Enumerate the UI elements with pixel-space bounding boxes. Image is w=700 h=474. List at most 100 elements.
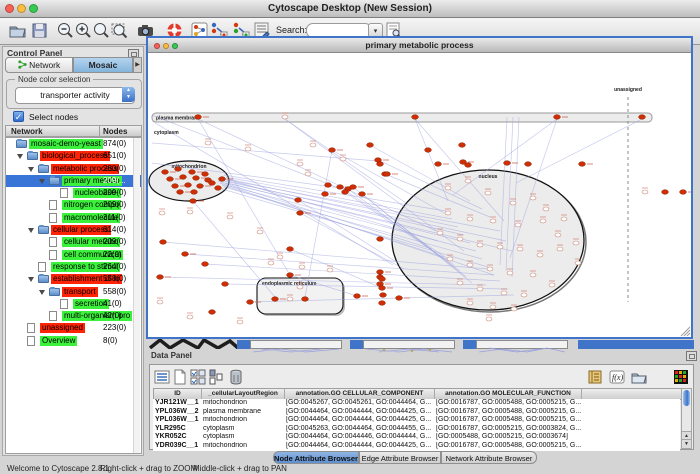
formula-icon[interactable]: f(x) [609,369,625,385]
tree-row[interactable]: cellular metabo209(0) [6,236,141,248]
column-header[interactable]: ID [154,389,202,399]
tree-item-count: 223(0) [103,323,126,333]
expand-arrow-icon[interactable] [17,154,23,159]
column-header[interactable]: annotation.GO MOLECULAR_FUNCTION [435,389,582,399]
table-cell: [GO:0044464, GO:0044444, GO:0044425, G..… [284,442,434,451]
tab-network-attribute-browser[interactable]: Network Attribute Browser [441,451,537,464]
table-row[interactable]: YJR121W__1mitochondrion[GO:0045267, GO:0… [153,399,680,408]
network-window-titlebar[interactable]: primary metabolic process [148,38,691,53]
background-window-2[interactable] [237,340,250,349]
tree-item-count: 209(0) [103,200,126,210]
tree-row[interactable]: Overview8(0) [6,335,141,347]
tree-row[interactable]: multi-organism pro42(0) [6,310,141,322]
select-nodes-checkbox[interactable]: ✓ [13,111,24,122]
attribute-batch-icon[interactable] [190,369,206,385]
tree-row[interactable]: mosaic-demo-yeast874(0) [6,138,141,150]
tree-row[interactable]: metabolic process280(0) [6,163,141,175]
select-nodes-label: Select nodes [29,112,78,122]
data-panel-float-icon[interactable] [686,351,697,361]
table-cell: YJR121W__1 [153,399,201,408]
background-window-2-preview[interactable] [250,340,342,349]
table-scrollbar[interactable]: ▲ ▼ [681,388,692,449]
column-header-filler [582,389,681,399]
svg-text:f(x): f(x) [612,373,623,382]
table-row[interactable]: YPL036W__2plasma membrane[GO:0044464, GO… [153,408,680,417]
app-titlebar: Cytoscape Desktop (New Session) [0,0,700,18]
save-session-icon[interactable] [30,21,49,40]
tree-row[interactable]: response to stimul264(0) [6,261,141,273]
tree-row[interactable]: biological_process651(0) [6,150,141,162]
zoom-fit-icon[interactable] [110,21,129,40]
attribute-select-icon[interactable] [154,369,170,385]
background-window-4-preview[interactable] [476,340,568,349]
tree-row[interactable]: establishment of lo558(0) [6,273,141,285]
network-graph[interactable]: plasma membranecytoplasmmitochondrionnuc… [148,53,691,337]
tab-edge-attribute-browser[interactable]: Edge Attribute Browser [359,451,441,464]
tree-row[interactable]: macromolecule311(0) [6,212,141,224]
zoom-selected-icon[interactable] [92,21,111,40]
background-window-4[interactable] [463,340,476,349]
svg-text:plasma membrane: plasma membrane [156,116,200,122]
background-window-1[interactable] [148,339,240,349]
expand-arrow-icon[interactable] [39,179,45,184]
tree-row[interactable]: secretion41(0) [6,298,141,310]
table-row[interactable]: YKR052Ccytoplasm[GO:0044464, GO:0044446,… [153,433,680,442]
zoom-in-icon[interactable] [74,21,93,40]
network-canvas[interactable]: plasma membranecytoplasmmitochondrionnuc… [148,53,691,337]
tree-row[interactable]: primary metabo209(... [6,175,141,187]
create-attribute-icon[interactable] [172,369,188,385]
network-zoom-button[interactable] [172,43,178,49]
tab-network[interactable]: Network [5,57,73,73]
expand-arrow-icon[interactable] [28,228,34,233]
table-row[interactable]: YDR039C__1mitochondrion[GO:0044464, GO:0… [153,442,680,451]
table-row[interactable]: YPL036W__1mitochondrion[GO:0044464, GO:0… [153,416,680,425]
attribute-ledger-icon[interactable] [587,369,603,385]
tree-row[interactable]: transport558(0) [6,286,141,298]
tree-row[interactable]: cell communicat22(0) [6,249,141,261]
minimize-window-button[interactable] [17,4,26,13]
svg-text:unassigned: unassigned [614,87,642,93]
tree-item-count: 22(0) [103,250,122,260]
expand-arrow-icon[interactable] [28,277,34,282]
tree-row[interactable]: unassigned223(0) [6,322,141,334]
network-close-button[interactable] [154,43,160,49]
open-session-icon[interactable] [8,21,27,40]
tree-item-count: 311(0) [103,213,126,223]
status-welcome: Welcome to Cytoscape 2.8.1 [7,464,109,473]
tab-overflow-arrow-icon[interactable]: ▶ [133,57,142,73]
table-cell: [GO:0044464, GO:0044444, GO:0044425, G..… [284,408,434,417]
delete-attribute-icon[interactable] [228,369,244,385]
folder-icon [38,226,49,234]
tab-node-attribute-browser[interactable]: Node Attribute Browser [273,451,359,464]
tree-row[interactable]: nucleobase-209(0) [6,187,141,199]
background-window-3-preview[interactable] [363,340,455,349]
zoom-window-button[interactable] [29,4,38,13]
attribute-matrix-icon[interactable] [208,369,224,385]
background-window-5[interactable] [578,340,694,349]
import-attributes-icon[interactable] [631,369,647,385]
table-cell: YLR295C [153,425,201,434]
tree-item-count: 209(0) [103,188,126,198]
tree-scrollbar[interactable] [133,138,140,453]
tab-mosaic-label: Mosaic [89,60,118,70]
network-view-window[interactable]: primary metabolic process plasma membran… [146,36,693,339]
folder-icon [16,140,27,148]
close-window-button[interactable] [5,4,14,13]
column-header[interactable]: _cellularLayoutRegion [202,389,285,399]
table-row[interactable]: YLR295Ccytoplasm[GO:0045263, GO:0044464,… [153,425,680,434]
heatmap-icon[interactable] [673,369,689,385]
tree-row[interactable]: nitrogen compo209(0) [6,199,141,211]
network-minimize-button[interactable] [163,43,169,49]
table-scrollbar-thumb[interactable] [683,390,690,406]
background-window-3[interactable] [350,340,363,349]
node-color-selection-label: Node color selection [15,75,93,84]
node-color-dropdown[interactable]: transporter activity ▲▼ [15,87,135,104]
column-header[interactable]: annotation.GO CELLULAR_COMPONENT [285,389,435,399]
scroll-down-icon[interactable]: ▼ [682,439,691,448]
zoom-out-icon[interactable] [56,21,75,40]
expand-arrow-icon[interactable] [39,290,45,295]
table-cell: [GO:0044464, GO:0044444, GO:0044425, G..… [284,416,434,425]
tree-row[interactable]: cellular process614(0) [6,224,141,236]
tab-mosaic[interactable]: Mosaic [73,57,133,73]
expand-arrow-icon[interactable] [28,167,34,172]
